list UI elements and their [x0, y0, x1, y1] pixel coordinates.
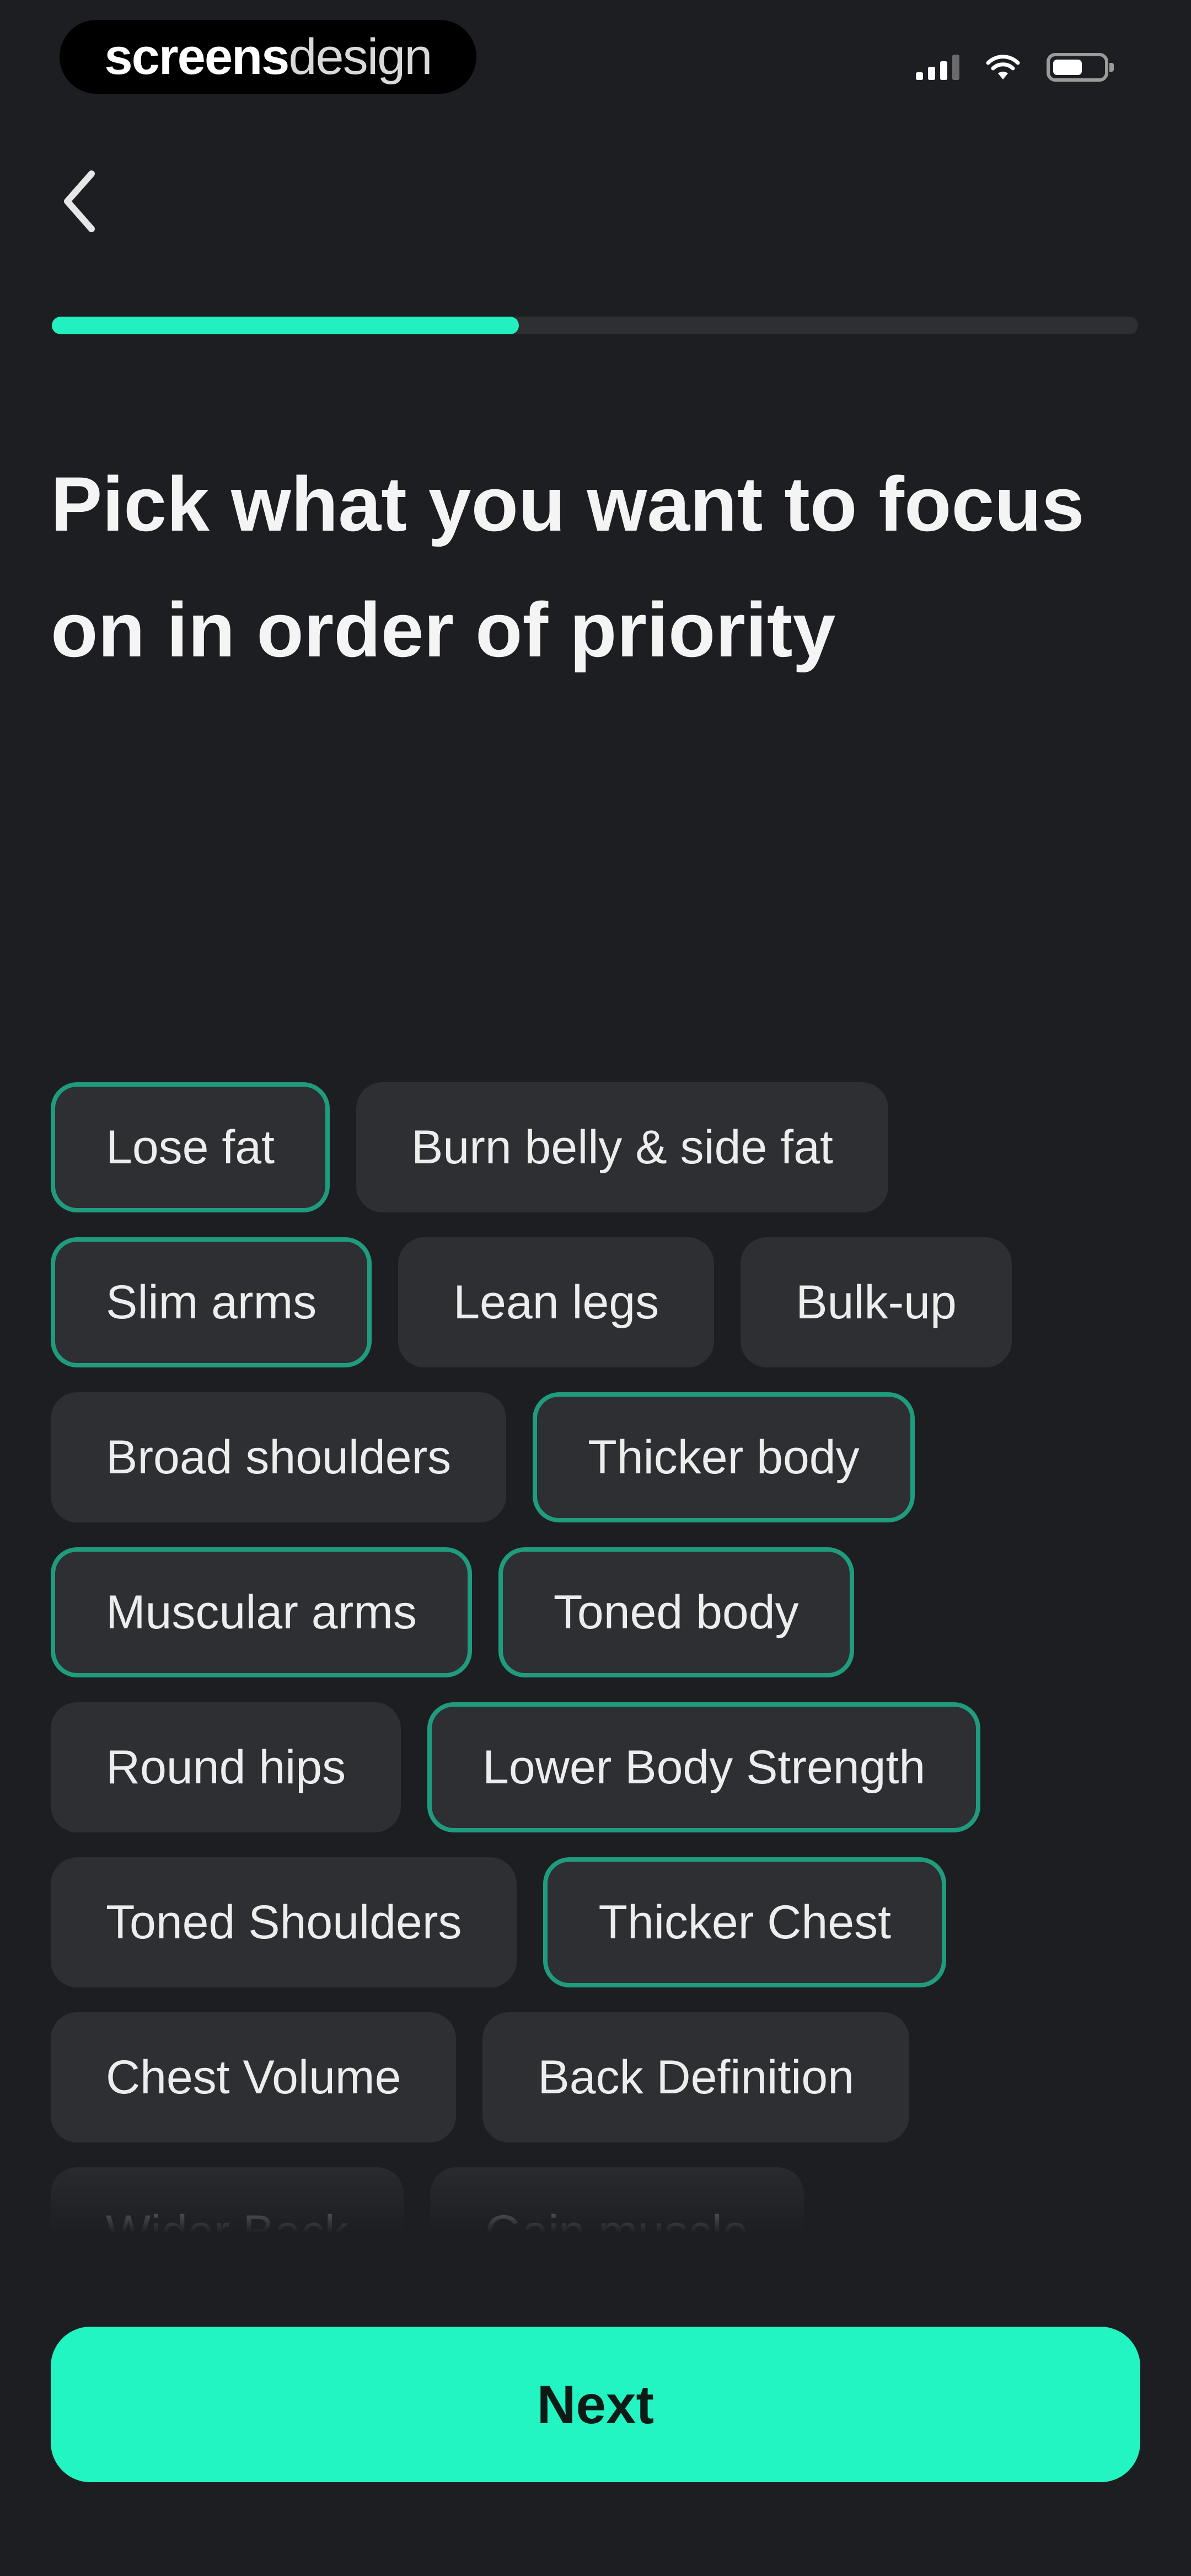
- page-title: Pick what you want to focus on in order …: [51, 461, 1085, 673]
- wifi-icon: [986, 55, 1020, 79]
- chevron-left-icon: [64, 170, 95, 232]
- focus-options-list: Lose fat Burn belly & side fat Slim arms Le…: [51, 1082, 1154, 2249]
- battery-icon: [1047, 53, 1114, 82]
- focus-chip[interactable]: Slim arms: [51, 1237, 372, 1367]
- back-button[interactable]: [49, 160, 109, 243]
- focus-chip[interactable]: Round hips: [51, 1702, 401, 1832]
- brand-badge: screens design: [60, 20, 476, 94]
- signal-icon: [916, 55, 959, 80]
- focus-chip[interactable]: Gain muscle: [430, 2167, 804, 2249]
- focus-chip[interactable]: Broad shoulders: [51, 1392, 507, 1522]
- next-button[interactable]: Next: [51, 2327, 1140, 2482]
- status-icons: [916, 51, 1114, 84]
- progress-bar: [52, 317, 1138, 334]
- focus-chip[interactable]: Muscular arms: [51, 1547, 472, 1677]
- focus-chip[interactable]: Lose fat: [51, 1082, 330, 1212]
- focus-chip[interactable]: Lower Body Strength: [427, 1702, 981, 1832]
- focus-chip[interactable]: Toned body: [498, 1547, 854, 1677]
- brand-text-regular: design: [288, 28, 432, 85]
- focus-chip[interactable]: Wider Back: [51, 2167, 404, 2249]
- focus-chip[interactable]: Toned Shoulders: [51, 1857, 517, 1987]
- focus-chip[interactable]: Thicker Chest: [543, 1857, 946, 1987]
- progress-fill: [52, 317, 519, 334]
- focus-chip[interactable]: Lean legs: [398, 1237, 715, 1367]
- brand-text-bold: screens: [104, 28, 290, 85]
- focus-chip[interactable]: Burn belly & side fat: [356, 1082, 888, 1212]
- status-bar: screens design: [0, 0, 1191, 116]
- focus-chip[interactable]: Chest Volume: [51, 2012, 457, 2142]
- focus-chip[interactable]: Bulk-up: [741, 1237, 1012, 1367]
- focus-chip[interactable]: Back Definition: [482, 2012, 910, 2142]
- focus-chip[interactable]: Thicker body: [533, 1392, 915, 1522]
